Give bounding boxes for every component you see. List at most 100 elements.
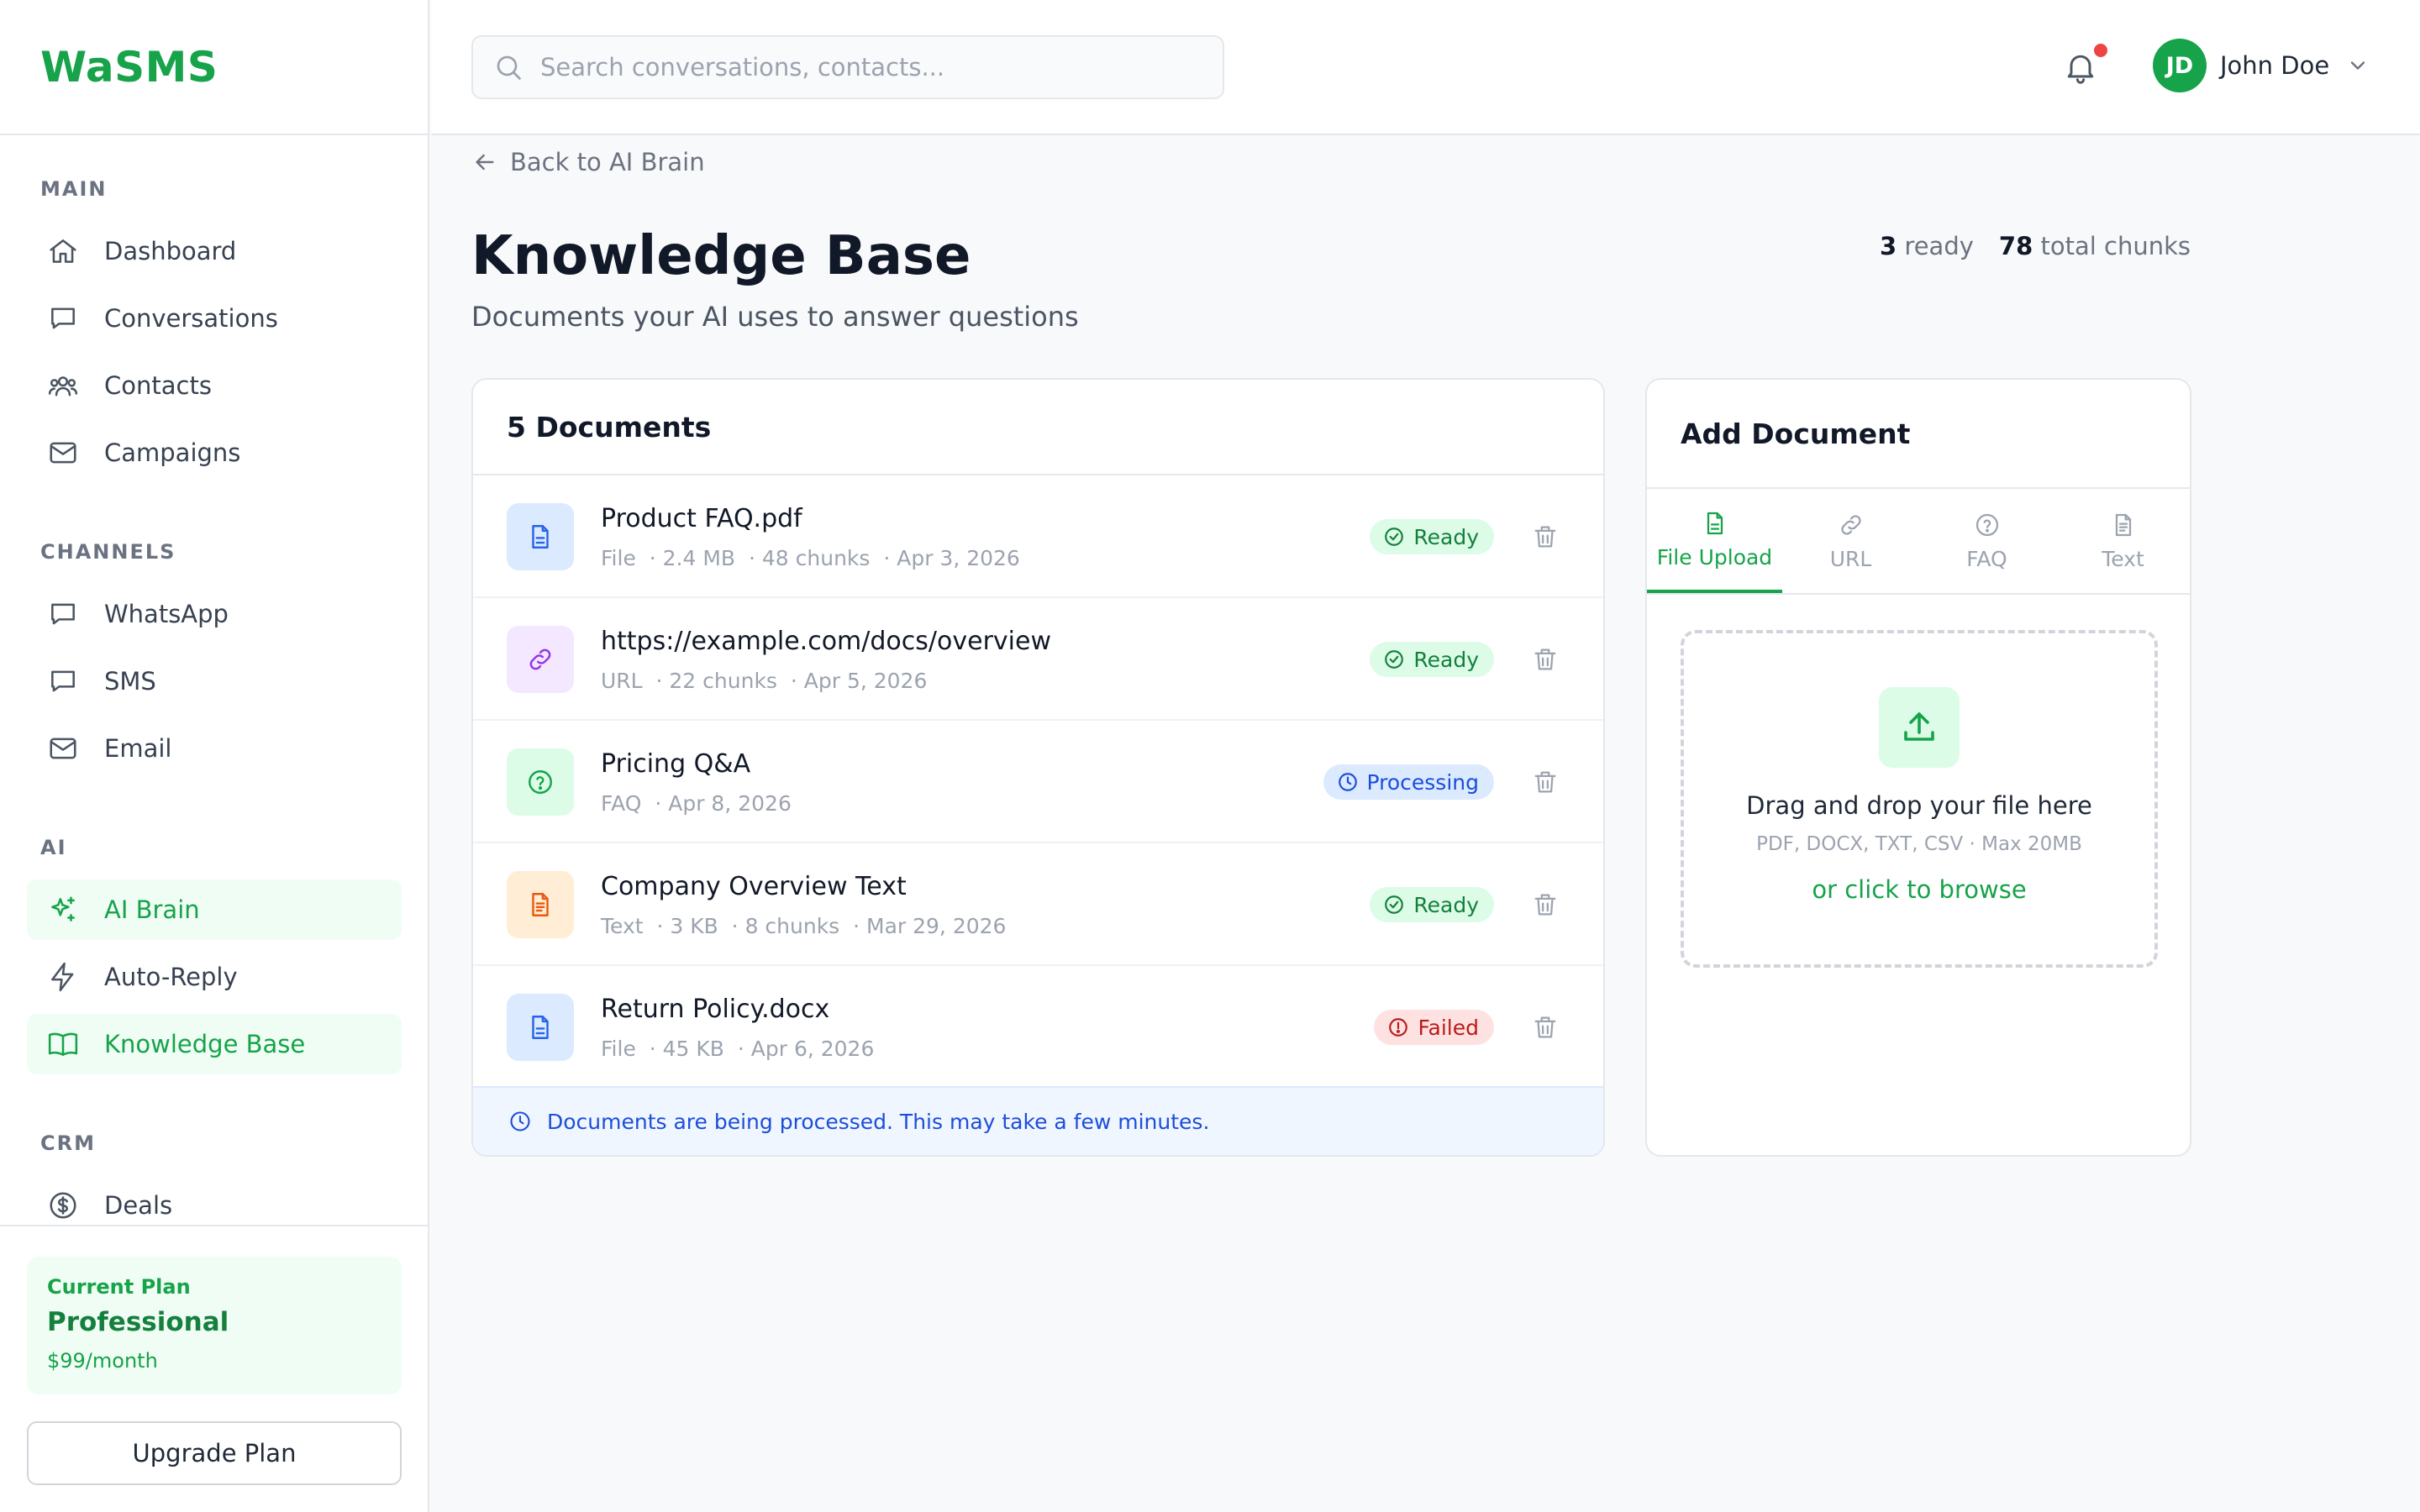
- file-icon: [507, 503, 574, 570]
- document-meta-item: 2.4 MB: [662, 546, 736, 570]
- document-name[interactable]: Company Overview Text: [601, 872, 907, 901]
- sidebar-item-ai-brain[interactable]: AI Brain: [27, 879, 402, 940]
- link-icon: [507, 626, 574, 693]
- processing-notice: Documents are being processed. This may …: [473, 1086, 1603, 1155]
- document-name[interactable]: Pricing Q&A: [601, 749, 750, 779]
- back-link[interactable]: Back to AI Brain: [471, 148, 705, 176]
- browse-link[interactable]: or click to browse: [1684, 875, 2154, 904]
- sidebar-item-label: Auto-Reply: [104, 963, 238, 991]
- document-name[interactable]: https://example.com/docs/overview: [601, 627, 1051, 656]
- meta-separator: ·: [643, 914, 671, 938]
- sidebar-item-auto-reply[interactable]: Auto-Reply: [27, 947, 402, 1007]
- sidebar-item-campaigns[interactable]: Campaigns: [27, 423, 402, 483]
- document-name[interactable]: Product FAQ.pdf: [601, 504, 802, 533]
- trash-icon[interactable]: [1531, 522, 1560, 551]
- nav-section-ai: AI: [40, 836, 67, 859]
- trash-icon[interactable]: [1531, 768, 1560, 796]
- document-row[interactable]: Return Policy.docx File · 45 KB · Apr 6,…: [473, 966, 1603, 1089]
- clock-icon: [510, 1111, 530, 1131]
- sidebar-item-label: WhatsApp: [104, 600, 229, 628]
- status-label: Processing: [1366, 769, 1480, 795]
- meta-separator: ·: [718, 914, 745, 938]
- document-meta: FAQ · Apr 8, 2026: [601, 791, 792, 816]
- document-meta-item: FAQ: [601, 791, 642, 816]
- sidebar-item-dashboard[interactable]: Dashboard: [27, 221, 402, 281]
- nav-section-main: MAIN: [40, 177, 108, 201]
- file-icon: [507, 994, 574, 1061]
- tab-file-upload[interactable]: File Upload: [1647, 489, 1782, 593]
- plan-price: $99/month: [47, 1349, 158, 1373]
- chat-icon: [51, 603, 75, 625]
- document-row[interactable]: https://example.com/docs/overview URL · …: [473, 598, 1603, 721]
- tab-label: FAQ: [1966, 546, 2007, 571]
- document-meta-item: Apr 5, 2026: [803, 669, 928, 693]
- document-meta-item: 8 chunks: [744, 914, 840, 938]
- status-badge: Failed: [1374, 1010, 1494, 1045]
- document-name[interactable]: Return Policy.docx: [601, 995, 829, 1024]
- upload-icon: [1879, 687, 1960, 768]
- sidebar-item-conversations[interactable]: Conversations: [27, 288, 402, 349]
- sidebar-item-deals[interactable]: Deals: [27, 1175, 402, 1225]
- meta-separator: ·: [635, 546, 663, 570]
- file-dropzone[interactable]: Drag and drop your file here PDF, DOCX, …: [1681, 630, 2158, 968]
- trash-icon[interactable]: [1531, 645, 1560, 674]
- back-link-label: Back to AI Brain: [510, 148, 705, 176]
- question-icon: [507, 748, 574, 816]
- status-badge: Ready: [1370, 519, 1494, 554]
- sidebar-item-label: Contacts: [104, 371, 212, 400]
- bolt-icon: [51, 962, 74, 992]
- chevron-down-icon: [2351, 61, 2365, 70]
- trash-icon[interactable]: [1531, 890, 1560, 919]
- search-icon: [497, 55, 521, 80]
- status-badge: Ready: [1370, 887, 1494, 922]
- tab-faq[interactable]: FAQ: [1919, 489, 2054, 593]
- document-meta: Text · 3 KB · 8 chunks · Mar 29, 2026: [601, 914, 1006, 938]
- question-icon: [1975, 513, 1998, 536]
- plan-name: Professional: [47, 1307, 229, 1337]
- book-icon: [48, 1032, 78, 1056]
- sidebar-item-knowledge-base[interactable]: Knowledge Base: [27, 1014, 402, 1074]
- user-menu[interactable]: JD John Doe: [2153, 39, 2370, 92]
- add-document-card: Add Document File Upload URL FAQ Text Drag …: [1645, 378, 2191, 1157]
- bell-icon[interactable]: [2062, 49, 2099, 86]
- users-icon: [48, 376, 78, 396]
- status-badge: Processing: [1323, 764, 1494, 800]
- trash-icon[interactable]: [1531, 1013, 1560, 1042]
- document-meta-item: File: [601, 1037, 636, 1061]
- ready-label: ready: [1904, 232, 1974, 260]
- sidebar-item-label: Email: [104, 734, 172, 763]
- search-box[interactable]: [471, 35, 1224, 99]
- sidebar-item-label: Deals: [104, 1191, 173, 1220]
- sidebar-item-label: AI Brain: [104, 895, 200, 924]
- document-meta-item: Mar 29, 2026: [866, 914, 1007, 938]
- sidebar-item-contacts[interactable]: Contacts: [27, 355, 402, 416]
- tab-text[interactable]: Text: [2055, 489, 2190, 593]
- document-meta-item: Apr 8, 2026: [668, 791, 792, 816]
- tab-url[interactable]: URL: [1783, 489, 1918, 593]
- search-input[interactable]: [540, 53, 1213, 81]
- nav-section-crm: CRM: [40, 1131, 96, 1155]
- check-circle-icon: [1385, 895, 1404, 914]
- document-row[interactable]: Product FAQ.pdf File · 2.4 MB · 48 chunk…: [473, 475, 1603, 598]
- ready-count: 3: [1880, 232, 1897, 260]
- app-logo[interactable]: WaSMS: [40, 43, 218, 92]
- meta-separator: ·: [642, 669, 670, 693]
- add-document-tabs: File Upload URL FAQ Text: [1647, 489, 2190, 595]
- sidebar-item-email[interactable]: Email: [27, 718, 402, 779]
- sidebar-item-whatsapp[interactable]: WhatsApp: [27, 584, 402, 644]
- clock-icon: [1338, 773, 1357, 791]
- sidebar-item-sms[interactable]: SMS: [27, 651, 402, 711]
- document-row[interactable]: Company Overview Text Text · 3 KB · 8 ch…: [473, 843, 1603, 966]
- document-meta-item: Text: [601, 914, 644, 938]
- upgrade-plan-button[interactable]: Upgrade Plan: [27, 1421, 402, 1485]
- document-meta-item: 48 chunks: [761, 546, 871, 570]
- sidebar-item-label: Campaigns: [104, 438, 241, 467]
- document-meta-item: URL: [601, 669, 643, 693]
- status-label: Ready: [1413, 892, 1479, 917]
- meta-separator: ·: [870, 546, 897, 570]
- chat-icon: [51, 307, 75, 329]
- status-label: Ready: [1413, 524, 1479, 549]
- document-row[interactable]: Pricing Q&A FAQ · Apr 8, 2026 Processing: [473, 721, 1603, 843]
- link-icon: [1840, 514, 1861, 535]
- check-circle-icon: [1385, 650, 1404, 669]
